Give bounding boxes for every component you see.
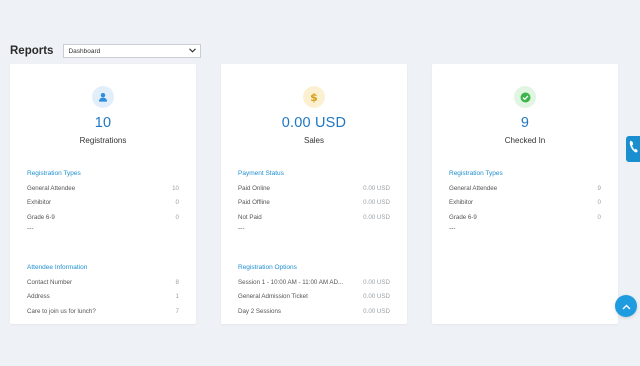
more-indicator: ---: [449, 224, 456, 232]
row-value: 1: [175, 293, 179, 301]
row-value: 0: [175, 199, 179, 207]
report-view-select[interactable]: Dashboard: [63, 44, 202, 58]
row-label: Grade 6-9: [449, 213, 477, 221]
list-item: Contact Number 8: [27, 275, 179, 290]
chevron-down-icon: [189, 47, 197, 55]
checked-in-card: 9 Checked In Registration Types General …: [432, 64, 618, 324]
row-label: Paid Offline: [238, 199, 270, 207]
row-value: 0.00 USD: [363, 278, 390, 286]
list-item: Address 1: [27, 290, 179, 305]
list-item: Grade 6-9 0: [449, 210, 601, 225]
section-title: Registration Options: [238, 264, 297, 271]
sales-label: Sales: [303, 136, 324, 145]
row-value: 0.00 USD: [363, 199, 390, 207]
list-item: Care to join us for lunch? 7: [27, 304, 179, 319]
list-item: Grade 6-9 0: [27, 210, 179, 225]
list-item: General Attendee 9: [449, 181, 601, 196]
list-item: Exhibitor 0: [27, 196, 179, 211]
row-value: 0: [175, 213, 179, 221]
row-value: 7: [175, 307, 179, 315]
row-label: Contact Number: [27, 278, 73, 286]
more-indicator: ---: [27, 224, 34, 232]
row-label: Grade 6-9: [27, 213, 55, 221]
checked-in-label: Checked In: [504, 136, 546, 145]
row-label: Exhibitor: [449, 199, 474, 207]
list-item: Paid Online 0.00 USD: [238, 181, 390, 196]
dollar-icon: $: [303, 86, 325, 108]
row-label: Paid Online: [238, 184, 270, 192]
section-title: Registration Types: [449, 170, 503, 177]
row-label: Care to join us for lunch?: [27, 307, 96, 315]
row-label: Not Paid: [238, 213, 262, 221]
list-item: Not Paid 0.00 USD: [238, 210, 390, 225]
section-title: Registration Types: [27, 170, 81, 177]
row-label: General Admission Ticket: [238, 293, 308, 301]
page-title: Reports: [10, 45, 54, 57]
attendee-information-section: Attendee Information Contact Number 8 Ad…: [27, 264, 179, 319]
registrations-card: 10 Registrations Registration Types Gene…: [10, 64, 196, 324]
reports-header: Reports Dashboard: [10, 44, 202, 58]
row-value: 0.00 USD: [363, 213, 390, 221]
phone-icon: [629, 140, 638, 158]
payment-status-section: Payment Status Paid Online 0.00 USD Paid…: [238, 170, 390, 237]
list-item: Day 2 Sessions 0.00 USD: [238, 304, 390, 319]
row-label: Day 2 Sessions: [238, 307, 281, 315]
list-item: General Attendee 10: [27, 181, 179, 196]
registrations-count: 10: [94, 115, 112, 131]
svg-text:$: $: [310, 91, 318, 103]
registration-types-section: Registration Types General Attendee 10 E…: [27, 170, 179, 237]
more-indicator: ---: [238, 224, 245, 232]
row-value: 0: [597, 213, 601, 221]
row-label: Address: [27, 293, 50, 301]
row-label: General Attendee: [27, 184, 76, 192]
row-value: 0.00 USD: [363, 184, 390, 192]
list-item: Session 1 - 10:00 AM - 11:00 AM AD... 0.…: [238, 275, 390, 290]
sales-total: 0.00 USD: [281, 115, 347, 131]
registrations-label: Registrations: [79, 136, 127, 145]
checked-in-count: 9: [520, 115, 530, 131]
row-value: 9: [597, 184, 601, 192]
row-value: 0.00 USD: [363, 307, 390, 315]
chevron-up-icon: [622, 297, 631, 315]
registration-options-section: Registration Options Session 1 - 10:00 A…: [238, 264, 390, 319]
phone-support-tab[interactable]: [626, 136, 640, 162]
row-label: Exhibitor: [27, 199, 52, 207]
user-icon: [92, 86, 114, 108]
row-label: General Attendee: [449, 184, 498, 192]
section-title: Attendee Information: [27, 264, 88, 271]
list-item: General Admission Ticket 0.00 USD: [238, 290, 390, 305]
row-value: 10: [172, 184, 179, 192]
row-value: 8: [175, 278, 179, 286]
row-value: 0: [597, 199, 601, 207]
scroll-to-top-button[interactable]: [615, 295, 637, 317]
checked-in-registration-types-section: Registration Types General Attendee 9 Ex…: [449, 170, 601, 237]
sales-card: $ 0.00 USD Sales Payment Status Paid Onl…: [221, 64, 407, 324]
row-label: Session 1 - 10:00 AM - 11:00 AM AD...: [238, 278, 344, 286]
list-item: Paid Offline 0.00 USD: [238, 196, 390, 211]
section-title: Payment Status: [238, 170, 284, 177]
report-view-select-value: Dashboard: [68, 47, 101, 55]
row-value: 0.00 USD: [363, 293, 390, 301]
list-item: Exhibitor 0: [449, 196, 601, 211]
check-icon: [514, 86, 536, 108]
